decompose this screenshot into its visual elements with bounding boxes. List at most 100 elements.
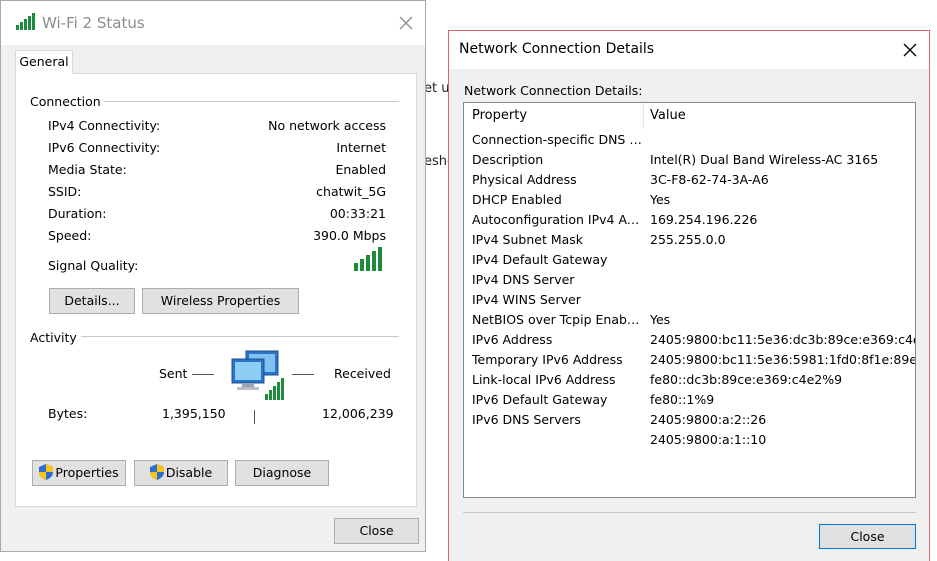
column-header-value[interactable]: Value: [650, 108, 686, 123]
list-item[interactable]: DHCP Enabled Yes: [464, 190, 915, 210]
uac-shield-icon: [149, 464, 164, 480]
value-cell: 2405:9800:a:2::26: [650, 412, 767, 427]
background-text-fragment: et u: [424, 81, 450, 96]
column-separator[interactable]: [643, 103, 644, 129]
property-cell: Link-local IPv6 Address: [472, 372, 616, 387]
property-cell: Connection-specific DNS S...: [472, 132, 642, 147]
ssid-value: chatwit_5G: [316, 184, 386, 199]
property-cell: IPv4 DNS Server: [472, 272, 575, 287]
list-item[interactable]: IPv4 Subnet Mask 255.255.0.0: [464, 230, 915, 250]
diagnose-button-label: Diagnose: [252, 465, 312, 480]
titlebar-close-button[interactable]: [391, 9, 421, 37]
speed-label: Speed:: [48, 228, 92, 243]
ipv6-connectivity-value: Internet: [336, 140, 386, 155]
signal-quality-label: Signal Quality:: [48, 258, 139, 273]
details-list[interactable]: Property Value Connection-specific DNS S…: [463, 102, 916, 498]
received-label: Received: [334, 366, 391, 381]
wifi-status-window: Wi-Fi 2 Status General Connection IPv4 C…: [0, 0, 426, 552]
media-state-value: Enabled: [335, 162, 386, 177]
property-cell: IPv4 Subnet Mask: [472, 232, 584, 247]
window-title: Wi-Fi 2 Status: [42, 14, 145, 32]
property-cell: NetBIOS over Tcpip Enabl...: [472, 312, 642, 327]
value-cell: 255.255.0.0: [650, 232, 726, 247]
dialog-divider: [463, 512, 916, 513]
property-cell: Physical Address: [472, 172, 577, 187]
list-item[interactable]: Physical Address 3C-F8-62-74-3A-A6: [464, 170, 915, 190]
list-item[interactable]: 2405:9800:a:1::10: [464, 430, 915, 450]
list-item[interactable]: IPv6 DNS Servers 2405:9800:a:2::26: [464, 410, 915, 430]
list-item[interactable]: Autoconfiguration IPv4 Add... 169.254.196…: [464, 210, 915, 230]
value-cell: 2405:9800:a:1::10: [650, 432, 767, 447]
list-item[interactable]: IPv6 Address 2405:9800:bc11:5e36:dc3b:89c…: [464, 330, 915, 350]
column-header-property[interactable]: Property: [472, 108, 527, 123]
property-cell: IPv6 Address: [472, 332, 553, 347]
value-cell: fe80::1%9: [650, 392, 715, 407]
network-details-titlebar: Network Connection Details: [449, 31, 929, 69]
value-cell: fe80::dc3b:89ce:e369:c4e2%9: [650, 372, 843, 387]
properties-button[interactable]: Properties: [32, 460, 126, 486]
list-item[interactable]: IPv4 DNS Server: [464, 270, 915, 290]
close-button[interactable]: Close: [819, 524, 916, 549]
list-item[interactable]: NetBIOS over Tcpip Enabl... Yes: [464, 310, 915, 330]
list-item[interactable]: IPv4 Default Gateway: [464, 250, 915, 270]
list-header: Property Value: [464, 103, 915, 130]
property-cell: IPv4 WINS Server: [472, 292, 581, 307]
disable-button[interactable]: Disable: [134, 460, 228, 486]
ipv4-connectivity-label: IPv4 Connectivity:: [48, 118, 161, 133]
details-button-label: Details...: [64, 293, 120, 308]
speed-value: 390.0 Mbps: [313, 228, 386, 243]
value-cell: 2405:9800:bc11:5e36:dc3b:89ce:e369:c4e2: [650, 332, 916, 347]
details-button[interactable]: Details...: [49, 288, 135, 314]
group-divider: [104, 101, 399, 102]
tab-general[interactable]: General: [15, 50, 73, 74]
wireless-properties-button-label: Wireless Properties: [160, 293, 281, 308]
window-title: Network Connection Details: [459, 41, 655, 57]
bytes-received-value: 12,006,239: [322, 406, 394, 421]
properties-button-label: Properties: [55, 465, 119, 480]
network-computers-icon: [231, 350, 284, 400]
close-button[interactable]: Close: [334, 518, 419, 544]
diagnose-button[interactable]: Diagnose: [235, 460, 329, 486]
list-item[interactable]: Link-local IPv6 Address fe80::dc3b:89ce:e…: [464, 370, 915, 390]
property-cell: IPv6 DNS Servers: [472, 412, 581, 427]
activity-group-label: Activity: [30, 330, 77, 345]
value-cell: 3C-F8-62-74-3A-A6: [650, 172, 769, 187]
media-state-label: Media State:: [48, 162, 127, 177]
list-item[interactable]: Temporary IPv6 Address 2405:9800:bc11:5e3…: [464, 350, 915, 370]
ssid-label: SSID:: [48, 184, 82, 199]
received-line: [292, 374, 314, 375]
property-cell: Temporary IPv6 Address: [472, 352, 623, 367]
wireless-properties-button[interactable]: Wireless Properties: [142, 288, 299, 314]
close-button-label: Close: [359, 523, 394, 538]
property-cell: Autoconfiguration IPv4 Add...: [472, 212, 642, 227]
wifi-status-titlebar: Wi-Fi 2 Status: [1, 1, 425, 45]
value-cell: 2405:9800:bc11:5e36:5981:1fd0:8f1e:89ec: [650, 352, 916, 367]
property-cell: Description: [472, 152, 544, 167]
close-icon: [399, 16, 413, 30]
list-item[interactable]: IPv6 Default Gateway fe80::1%9: [464, 390, 915, 410]
uac-shield-icon: [39, 464, 54, 480]
list-item[interactable]: Connection-specific DNS S...: [464, 130, 915, 150]
value-cell: Yes: [650, 312, 671, 327]
close-button-label: Close: [850, 529, 885, 544]
property-cell: DHCP Enabled: [472, 192, 562, 207]
property-cell: IPv4 Default Gateway: [472, 252, 608, 267]
wifi-signal-icon: [16, 13, 35, 30]
value-cell: Intel(R) Dual Band Wireless-AC 3165: [650, 152, 879, 167]
duration-value: 00:33:21: [329, 206, 386, 221]
bytes-sent-value: 1,395,150: [162, 406, 226, 421]
bytes-label: Bytes:: [48, 406, 88, 421]
sent-line: [192, 374, 214, 375]
connection-group-label: Connection: [30, 94, 101, 109]
duration-label: Duration:: [48, 206, 107, 221]
list-item[interactable]: Description Intel(R) Dual Band Wireless-A…: [464, 150, 915, 170]
signal-strength-icon: [354, 247, 382, 271]
network-details-window: Network Connection Details Network Conne…: [448, 30, 930, 561]
sent-label: Sent: [159, 366, 188, 381]
activity-divider: [254, 410, 255, 424]
titlebar-close-button[interactable]: [895, 36, 925, 64]
list-item[interactable]: IPv4 WINS Server: [464, 290, 915, 310]
group-divider: [81, 336, 399, 337]
ipv6-connectivity-label: IPv6 Connectivity:: [48, 140, 161, 155]
disable-button-label: Disable: [165, 465, 213, 480]
